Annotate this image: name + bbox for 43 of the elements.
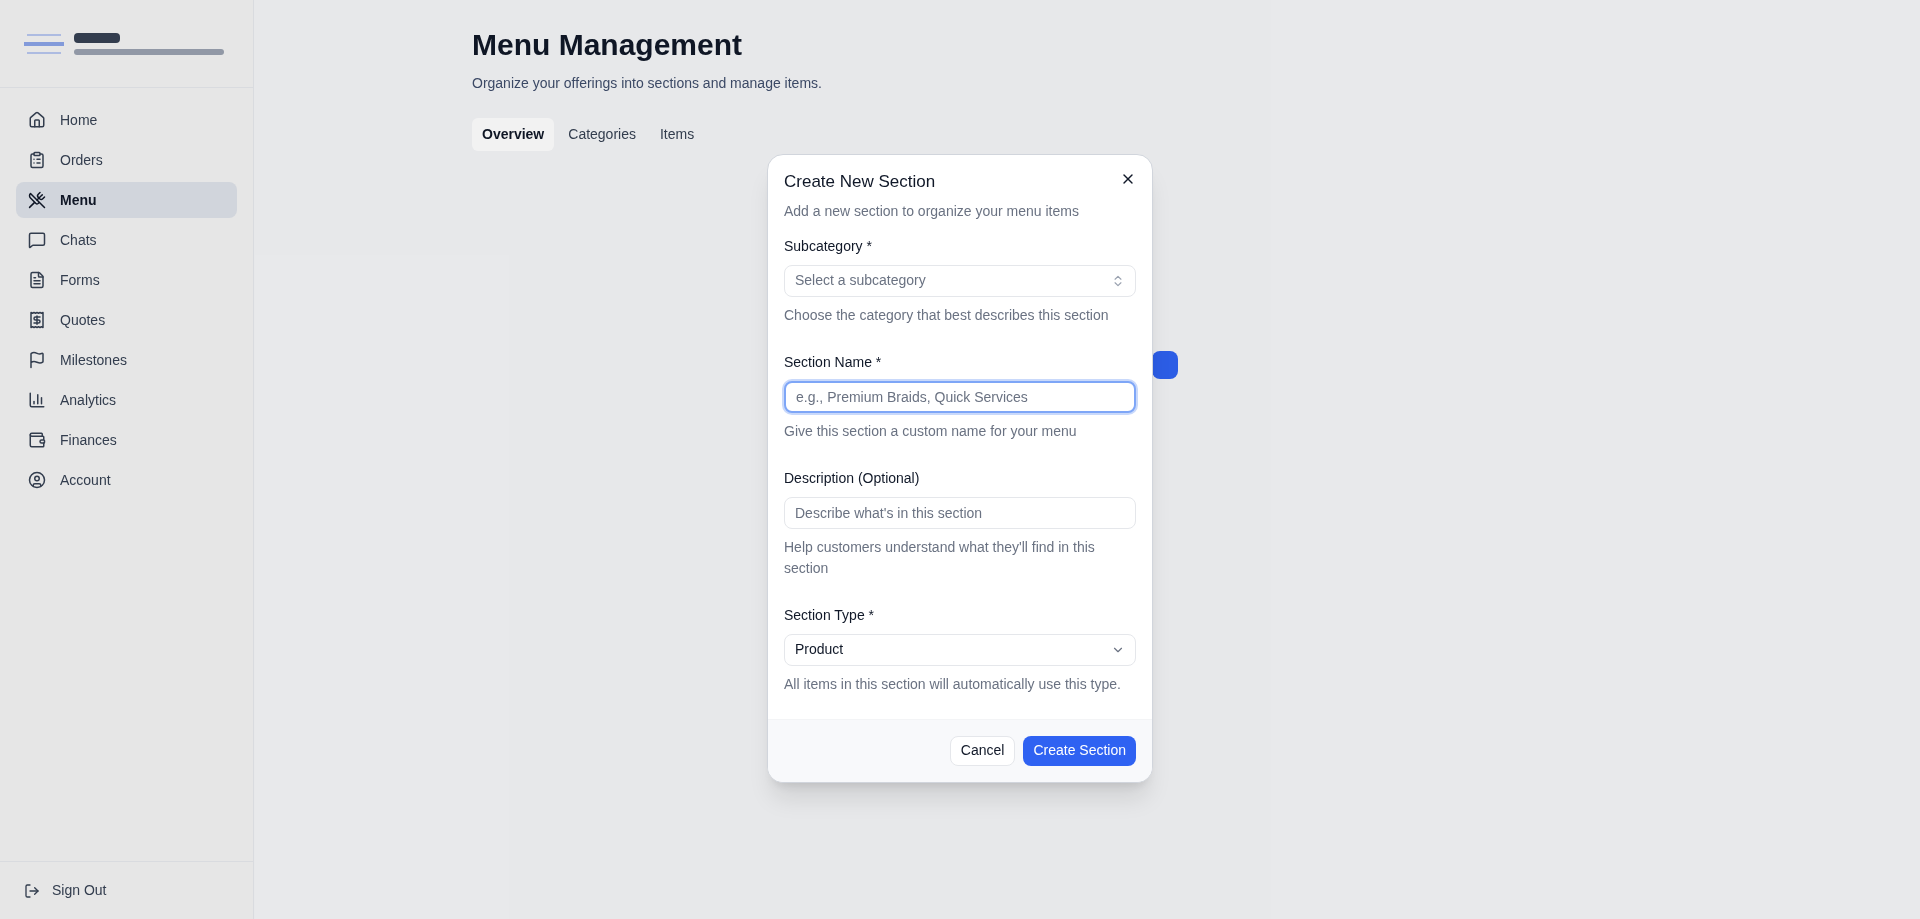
- sidebar-item[interactable]: Milestones: [16, 342, 237, 378]
- field-help-text: Give this section a custom name for your menu: [784, 421, 1078, 441]
- sidebar-item[interactable]: Home: [16, 102, 237, 138]
- logout-icon: [24, 882, 40, 899]
- cancel-button[interactable]: Cancel: [949, 735, 1016, 766]
- sidebar-item[interactable]: Chats: [16, 222, 237, 258]
- tab[interactable]: Overview: [472, 118, 555, 151]
- dialog-title: Create New Section: [784, 171, 936, 193]
- utensils-icon: [28, 191, 46, 209]
- clipboard-icon: [28, 151, 46, 169]
- sign-out-button[interactable]: Sign Out: [24, 880, 107, 901]
- field-label: Description (Optional): [784, 468, 921, 488]
- section-type-select[interactable]: Product: [784, 633, 1136, 666]
- field-label: Subcategory *: [784, 236, 873, 256]
- user-icon: [28, 471, 46, 489]
- bar-chart-icon: [28, 391, 46, 409]
- field-help-text: All items in this section will automatically use this type.: [784, 674, 1122, 694]
- dialog-description: Add a new section to organize your menu items: [784, 201, 1080, 221]
- field-label: Section Name *: [784, 352, 883, 372]
- page-subtitle: Organize your offerings into sections and manage items.: [472, 74, 823, 93]
- sidebar-item[interactable]: Analytics: [16, 382, 237, 418]
- sidebar-item[interactable]: Forms: [16, 262, 237, 298]
- text-input-field[interactable]: e.g., Premium Braids, Quick Services: [784, 380, 1136, 413]
- field-label: Section Type *: [784, 605, 876, 625]
- account-name-placeholder: [74, 32, 120, 43]
- sidebar-item[interactable]: Orders: [16, 142, 237, 178]
- field-help-text: Choose the category that best describes this section: [784, 305, 1110, 325]
- sidebar-item[interactable]: Quotes: [16, 302, 237, 338]
- create-section-button[interactable]: Create Section: [1023, 735, 1136, 766]
- tab[interactable]: Items: [649, 118, 705, 151]
- sidebar-item[interactable]: Finances: [16, 422, 237, 458]
- subcategory-select[interactable]: Select a subcategory: [784, 264, 1136, 297]
- flag-icon: [28, 351, 46, 369]
- chat-icon: [28, 231, 46, 249]
- receipt-icon: [28, 311, 46, 329]
- document-icon: [28, 271, 46, 289]
- wallet-icon: [28, 431, 46, 449]
- sidebar-item[interactable]: Menu: [16, 182, 237, 218]
- house-icon: [28, 111, 46, 129]
- page-title: Menu Management: [472, 27, 744, 63]
- sidebar-item[interactable]: Account: [16, 462, 237, 498]
- tab[interactable]: Categories: [558, 118, 646, 151]
- field-help-text: Help customers understand what they'll find in this section: [784, 537, 1096, 578]
